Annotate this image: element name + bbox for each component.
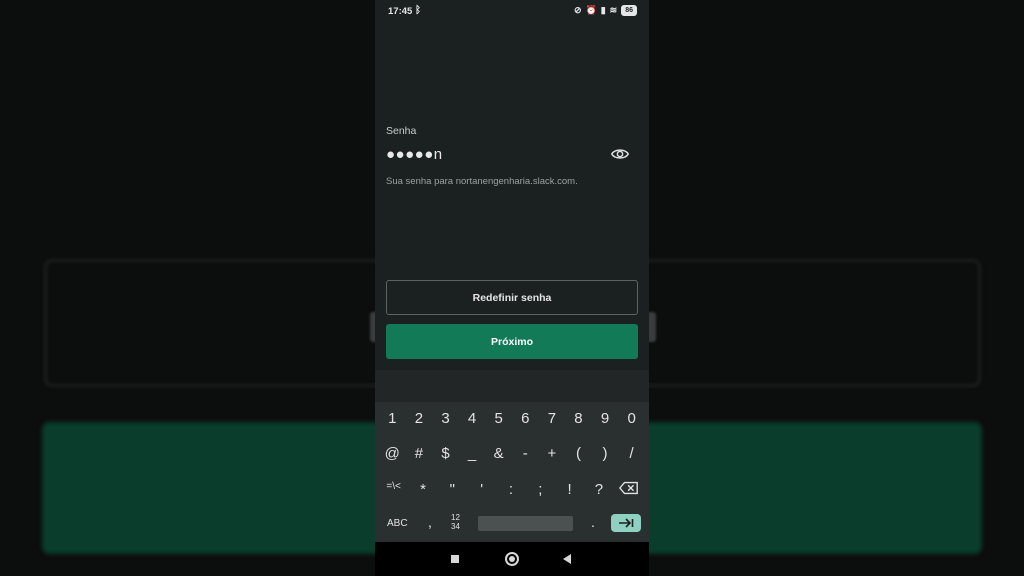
key[interactable]: $ <box>436 445 454 462</box>
phone-screen: 17:45 ᛒ ⊘ ⏰ ▮ ≋ 86 Senha ●●●●●n Sua senh… <box>375 0 649 576</box>
key[interactable]: ' <box>473 481 491 498</box>
key-more-symbols[interactable]: =\< <box>385 481 403 498</box>
password-hint: Sua senha para nortanengenharia.slack.co… <box>386 176 578 187</box>
key[interactable]: 4 <box>463 410 481 427</box>
key-abc[interactable]: ABC <box>387 518 408 529</box>
key-enter[interactable] <box>611 514 641 532</box>
key-numpad-top: 12 <box>451 513 460 522</box>
key[interactable]: 3 <box>436 410 454 427</box>
key[interactable]: 5 <box>490 410 508 427</box>
next-arrow-icon <box>619 518 634 528</box>
key[interactable]: / <box>623 445 641 462</box>
keyboard-row-numbers: 1 2 3 4 5 6 7 8 9 0 <box>375 410 649 427</box>
key[interactable]: ! <box>561 481 579 498</box>
key[interactable]: 2 <box>410 410 428 427</box>
battery-icon: 86 <box>621 5 637 16</box>
signal-icon: ▮ <box>600 5 606 15</box>
keyboard-row-symbols: @ # $ _ & - + ( ) / <box>375 445 649 462</box>
keyboard-suggestion-bar <box>375 370 649 402</box>
mute-icon: ⊘ <box>573 5 582 15</box>
recent-apps-icon[interactable] <box>451 555 459 563</box>
key[interactable]: @ <box>383 445 401 462</box>
key[interactable]: " <box>443 481 461 498</box>
key-numpad-bottom: 34 <box>451 522 460 531</box>
keyboard: 1 2 3 4 5 6 7 8 9 0 @ # $ _ & - + ( ) / … <box>375 402 649 542</box>
next-button[interactable]: Próximo <box>386 324 638 359</box>
key[interactable]: 0 <box>623 410 641 427</box>
key-numpad[interactable]: 12 34 <box>451 513 460 531</box>
key[interactable]: 6 <box>516 410 534 427</box>
reset-password-button[interactable]: Redefinir senha <box>386 280 638 315</box>
password-label: Senha <box>386 125 417 137</box>
wifi-icon: ≋ <box>609 5 618 15</box>
password-input[interactable]: ●●●●●n <box>386 146 443 163</box>
key[interactable]: _ <box>463 445 481 462</box>
key-space[interactable] <box>478 516 573 531</box>
key[interactable]: 1 <box>383 410 401 427</box>
bluetooth-icon: ᛒ <box>415 5 421 16</box>
status-bar: 17:45 ᛒ ⊘ ⏰ ▮ ≋ 86 <box>375 0 649 22</box>
status-time: 17:45 <box>388 6 413 17</box>
key[interactable]: ) <box>596 445 614 462</box>
key[interactable]: : <box>502 481 520 498</box>
navigation-bar <box>375 542 649 576</box>
backspace-icon[interactable] <box>619 481 639 495</box>
key[interactable]: ( <box>569 445 587 462</box>
key[interactable]: # <box>410 445 428 462</box>
key[interactable]: 8 <box>569 410 587 427</box>
key-dot[interactable]: . <box>591 514 595 530</box>
back-icon[interactable] <box>563 554 571 564</box>
key[interactable]: - <box>516 445 534 462</box>
key-comma[interactable]: , <box>428 514 432 530</box>
screen: 17:45 ᛒ ⊘ ⏰ ▮ ≋ 86 Senha ●●●●●n Sua senh… <box>0 0 1024 576</box>
status-icons: ⊘ ⏰ ▮ ≋ 86 <box>574 5 637 16</box>
key[interactable]: ; <box>531 481 549 498</box>
key[interactable]: ? <box>590 481 608 498</box>
key[interactable]: 7 <box>543 410 561 427</box>
key[interactable]: + <box>543 445 561 462</box>
eye-icon[interactable] <box>611 146 629 162</box>
key[interactable]: & <box>490 445 508 462</box>
home-icon[interactable] <box>505 552 519 566</box>
key[interactable]: * <box>414 481 432 498</box>
key[interactable]: 9 <box>596 410 614 427</box>
alarm-icon: ⏰ <box>585 5 597 15</box>
keyboard-row-punctuation: =\< * " ' : ; ! ? <box>375 481 649 498</box>
